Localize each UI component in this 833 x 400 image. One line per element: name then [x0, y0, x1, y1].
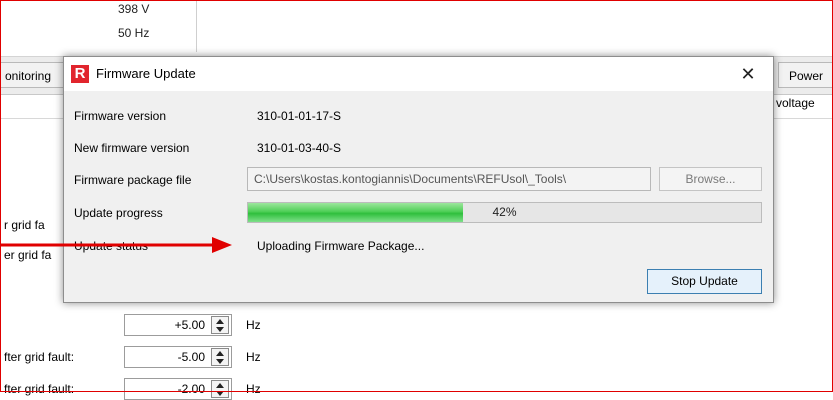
refusol-logo-icon: R [71, 65, 89, 83]
spinner-up-down-icon[interactable] [211, 348, 229, 366]
package-file-label: Firmware package file [74, 173, 192, 187]
stop-update-button[interactable]: Stop Update [647, 269, 762, 294]
spinner-value: -2.00 [177, 382, 205, 396]
tab-monitoring-label: onitoring [5, 69, 52, 83]
browse-button[interactable]: Browse... [659, 167, 762, 191]
firmware-version-label: Firmware version [74, 109, 167, 123]
tab-power[interactable]: Power [778, 62, 833, 88]
spinner-unit: Hz [246, 382, 261, 396]
firmware-version-value: 310-01-01-17-S [257, 109, 342, 123]
frequency-spinner-2[interactable]: -5.00 [124, 346, 232, 368]
frequency-spinner-3[interactable]: -2.00 [124, 378, 232, 400]
spinner-unit: Hz [246, 318, 261, 332]
spinner-value: +5.00 [174, 318, 205, 332]
new-firmware-version-label: New firmware version [74, 141, 190, 155]
progress-percent-text: 42% [492, 205, 517, 219]
grid-fault-label-1: r grid fa [4, 218, 45, 232]
grid-fault-label-3: fter grid fault: [4, 350, 75, 364]
dialog-titlebar[interactable]: R Firmware Update ✕ [64, 57, 773, 91]
spinner-unit: Hz [246, 350, 261, 364]
frequency-spinner-1[interactable]: +5.00 [124, 314, 232, 336]
dialog-title: Firmware Update [96, 66, 196, 81]
tab-power-label: Power [789, 69, 824, 83]
spinner-up-down-icon[interactable] [211, 316, 229, 334]
update-status-value: Uploading Firmware Package... [257, 239, 425, 253]
update-progress-label: Update progress [74, 206, 163, 220]
package-file-field[interactable]: C:\Users\kostas.kontogiannis\Documents\R… [247, 167, 651, 191]
close-icon[interactable]: ✕ [733, 59, 763, 89]
grid-fault-label-2: er grid fa [4, 248, 52, 262]
firmware-update-dialog: R Firmware Update ✕ Firmware version 310… [63, 56, 774, 303]
update-progress-bar: 42% [247, 202, 762, 223]
tab-monitoring[interactable]: onitoring [0, 62, 64, 88]
frequency-readout: 50 Hz [118, 26, 150, 40]
column-divider [196, 0, 197, 52]
spinner-value: -5.00 [177, 350, 205, 364]
new-firmware-version-value: 310-01-03-40-S [257, 141, 342, 155]
update-status-label: Update status [74, 239, 149, 253]
grid-fault-label-4: fter grid fault: [4, 382, 75, 396]
voltage-subtab-label: l voltage [770, 96, 815, 110]
spinner-up-down-icon[interactable] [211, 380, 229, 398]
voltage-readout: 398 V [118, 2, 150, 16]
